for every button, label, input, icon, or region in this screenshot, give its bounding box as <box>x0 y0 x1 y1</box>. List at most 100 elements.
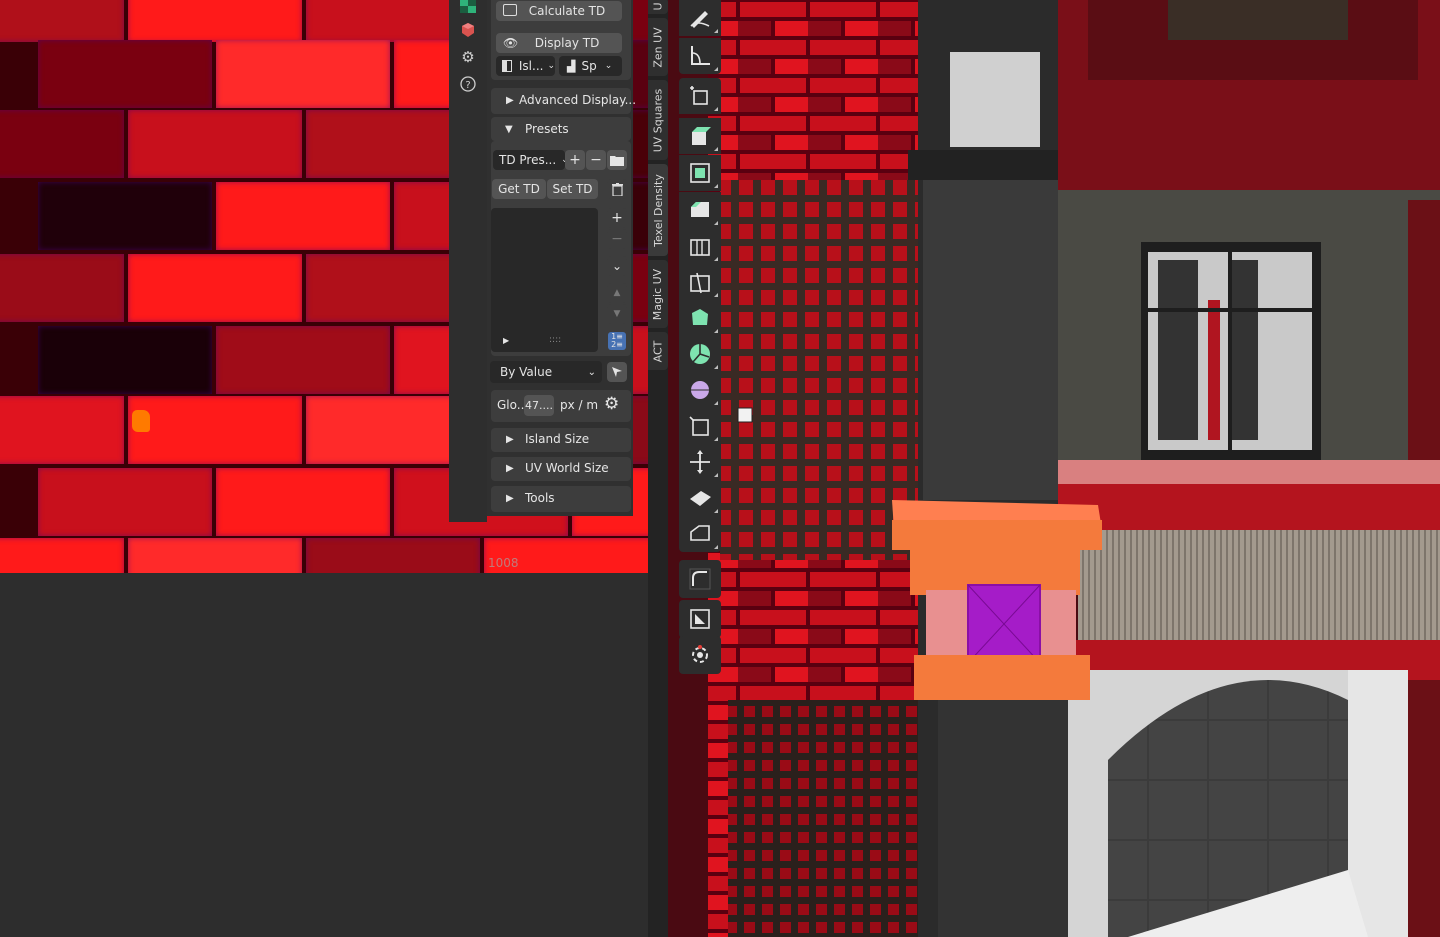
get-td-button[interactable]: Get TD <box>492 179 546 199</box>
brick-tile <box>216 468 390 536</box>
numbered-list-icon: 1≡ 2≡ <box>611 332 623 349</box>
move-up-button[interactable]: ▲ <box>607 283 627 303</box>
extrude-region-tool-button[interactable] <box>679 118 721 154</box>
spectrum-select[interactable]: ▟ Sp ⌄ <box>559 56 622 76</box>
shrink-fatten-tool-button[interactable] <box>679 444 721 480</box>
poly-build-tool-button[interactable] <box>679 300 721 336</box>
knife-tool-button[interactable] <box>679 264 721 300</box>
set-td-button[interactable]: Set TD <box>547 179 598 199</box>
tab-magic-uv[interactable]: Magic UV <box>648 260 668 328</box>
island-mode-select[interactable]: Isl... ⌄ <box>496 56 555 76</box>
uv-coordinate-label: 1008 <box>488 556 519 570</box>
folder-button[interactable] <box>607 150 627 170</box>
tab-texel-density[interactable]: Texel Density <box>648 164 668 256</box>
brick-tile <box>128 0 302 42</box>
shear-tool-icon <box>690 491 711 506</box>
chevron-down-icon: ⌄ <box>611 259 623 273</box>
loop-cut-tool-button[interactable] <box>679 228 721 264</box>
measure-tool-button[interactable] <box>679 38 721 74</box>
smooth-tool-icon <box>691 381 709 399</box>
texel-density-panel: Calculate TD 👁 Display TD Isl... ⌄ ▟ Sp … <box>487 0 637 516</box>
transform-tool-button[interactable] <box>679 600 721 638</box>
arrow-down-icon: ▼ <box>613 309 621 319</box>
rip-region-tool-button[interactable] <box>679 516 721 552</box>
move-down-button[interactable]: ▼ <box>607 304 627 324</box>
loop-cut-tool-icon <box>690 239 710 256</box>
shear-tool-button[interactable] <box>679 480 721 516</box>
cursor-arrow-icon <box>612 367 622 377</box>
edge-slide-tool-button[interactable] <box>679 408 721 444</box>
spin-tool-button[interactable] <box>679 336 721 372</box>
annotate-tool-button[interactable] <box>679 0 721 36</box>
tool-variants-indicator <box>714 401 718 405</box>
calculator-icon <box>503 4 517 16</box>
calculate-td-button[interactable]: Calculate TD <box>496 1 622 21</box>
list-add-button[interactable]: + <box>607 208 627 228</box>
3d-viewport[interactable] <box>668 0 1440 937</box>
advanced-display-label: Advanced Display... <box>519 93 637 107</box>
tools-label: Tools <box>525 491 555 505</box>
cursor-tool-button[interactable] <box>679 636 721 674</box>
smooth-tool-button[interactable] <box>679 372 721 408</box>
brick-tile <box>216 182 390 250</box>
tool-variants-indicator <box>714 184 718 188</box>
help-icon[interactable]: ? <box>458 74 478 94</box>
tool-variants-indicator <box>714 365 718 369</box>
brick-tile <box>128 110 302 178</box>
island-select-label: Isl... <box>518 59 544 73</box>
list-resize-grip[interactable]: :::: <box>549 335 561 345</box>
preset-list[interactable]: ▶ :::: <box>491 208 598 352</box>
spectrum-select-label: Sp <box>581 59 597 73</box>
checker-icon[interactable] <box>458 0 478 16</box>
list-remove-button[interactable]: − <box>607 229 627 249</box>
edge-slide-tool-icon <box>689 416 709 436</box>
brick-tile <box>0 396 124 464</box>
tab-u[interactable]: U <box>648 0 668 14</box>
td-presets-select[interactable]: TD Pres... ⌄ <box>493 150 565 170</box>
uv-island-selection[interactable] <box>132 410 150 432</box>
chevron-down-icon: ⌄ <box>604 61 613 71</box>
brick-tile <box>38 326 212 394</box>
transform-gizmo-button[interactable] <box>679 560 721 598</box>
brick-tile <box>216 326 390 394</box>
units-label: px / m <box>560 398 599 412</box>
tab-uv-squares[interactable]: UV Squares <box>648 80 668 160</box>
object-icon[interactable] <box>458 20 478 40</box>
display-td-button[interactable]: 👁 Display TD <box>496 33 622 53</box>
tool-variants-indicator <box>714 329 718 333</box>
settings-gear-icon[interactable]: ⚙ <box>604 394 619 414</box>
brick-tile <box>128 538 302 573</box>
tab-act[interactable]: ACT <box>648 332 668 370</box>
island-size-label: Island Size <box>525 432 590 446</box>
inset-faces-tool-button[interactable] <box>679 155 721 191</box>
gear-icon[interactable]: ⚙ <box>458 47 478 67</box>
sort-list-button[interactable]: 1≡ 2≡ <box>608 332 626 350</box>
display-td-label: Display TD <box>534 36 600 50</box>
brick-tile <box>38 182 212 250</box>
cursor-tool-icon <box>692 645 708 663</box>
tool-variants-indicator <box>714 67 718 71</box>
tool-variants-indicator <box>714 107 718 111</box>
tab-zen-uv[interactable]: Zen UV <box>648 18 668 76</box>
tool-variants-indicator <box>714 545 718 549</box>
td-value-field[interactable]: 47.... <box>524 395 554 416</box>
brick-tile <box>128 396 302 464</box>
chevron-down-icon: ⌄ <box>587 366 596 378</box>
collapse-arrow-icon: ▶ <box>506 95 514 106</box>
collapse-arrow-icon: ▶ <box>506 463 514 474</box>
scene-render <box>668 0 1440 937</box>
histogram-icon: ▟ <box>567 59 576 73</box>
by-value-select[interactable]: By Value ⌄ <box>490 361 602 383</box>
eye-icon: 👁 <box>503 36 519 50</box>
spin-tool-icon <box>690 344 710 364</box>
pick-button[interactable] <box>607 362 627 382</box>
add-preset-button[interactable]: + <box>565 150 585 170</box>
list-menu-button[interactable]: ⌄ <box>607 256 627 276</box>
delete-preset-button[interactable] <box>607 179 627 199</box>
bevel-tool-button[interactable] <box>679 192 721 228</box>
tool-variants-indicator <box>714 473 718 477</box>
tool-variants-indicator <box>714 147 718 151</box>
poly-build-tool-icon <box>692 309 708 325</box>
add-cube-tool-button[interactable] <box>679 78 721 114</box>
remove-preset-button[interactable]: − <box>586 150 606 170</box>
